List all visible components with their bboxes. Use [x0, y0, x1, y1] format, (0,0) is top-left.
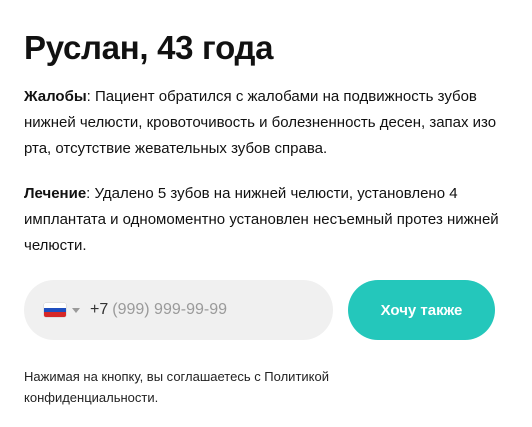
treatment-label: Лечение [24, 185, 87, 202]
complaints-paragraph: Жалобы: Пациент обратился с жалобами на … [24, 84, 504, 162]
russia-flag-icon[interactable] [44, 303, 66, 317]
chevron-down-icon[interactable] [72, 307, 80, 313]
treatment-text: : Удалено 5 зубов на нижней челюсти, уст… [24, 185, 499, 254]
phone-input-group: +7 [24, 280, 333, 340]
treatment-paragraph: Лечение: Удалено 5 зубов на нижней челюс… [24, 181, 504, 259]
complaints-label: Жалобы [24, 88, 87, 105]
want-too-button[interactable]: Хочу также [348, 280, 495, 340]
complaints-text: : Пациент обратился с жалобами на подвиж… [24, 88, 497, 157]
country-code: +7 [90, 301, 109, 318]
page-title: Руслан, 43 года [24, 29, 274, 66]
privacy-consent-text: Нажимая на кнопку, вы соглашаетесь с Пол… [24, 369, 329, 405]
phone-input[interactable] [112, 301, 303, 319]
